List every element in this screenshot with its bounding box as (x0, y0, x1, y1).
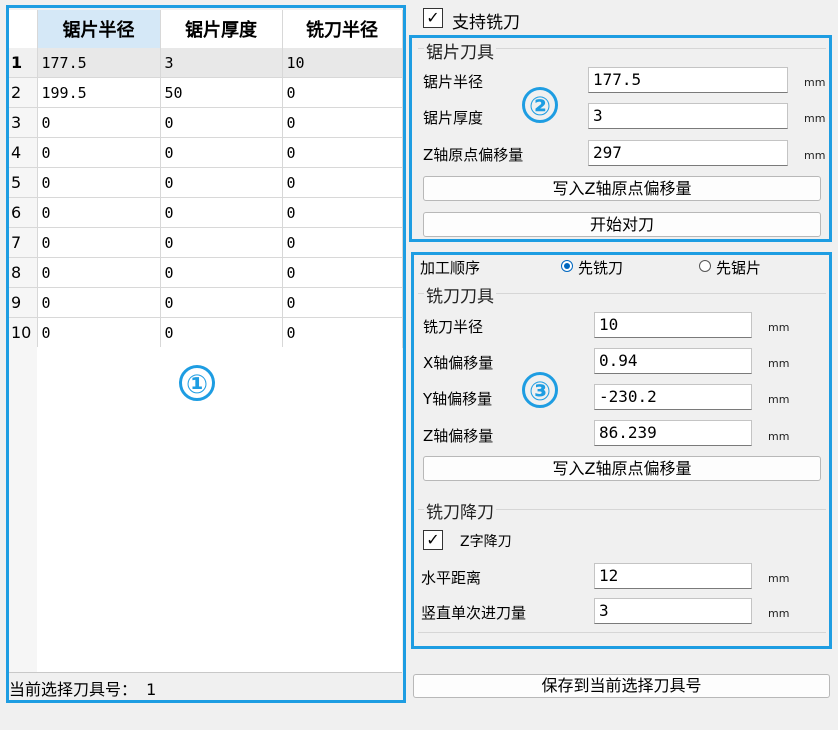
annotation-marker-1: ① (179, 365, 215, 401)
annotation-marker-2: ② (522, 87, 558, 123)
annotation-box-2 (409, 35, 832, 242)
support-mill-checkbox[interactable]: ✓ (423, 8, 443, 28)
support-mill-label: 支持铣刀 (452, 13, 520, 33)
annotation-marker-3: ③ (522, 372, 558, 408)
annotation-box-1 (6, 5, 406, 703)
annotation-box-3 (411, 252, 832, 649)
save-to-selected-tool-button[interactable]: 保存到当前选择刀具号 (413, 674, 830, 698)
